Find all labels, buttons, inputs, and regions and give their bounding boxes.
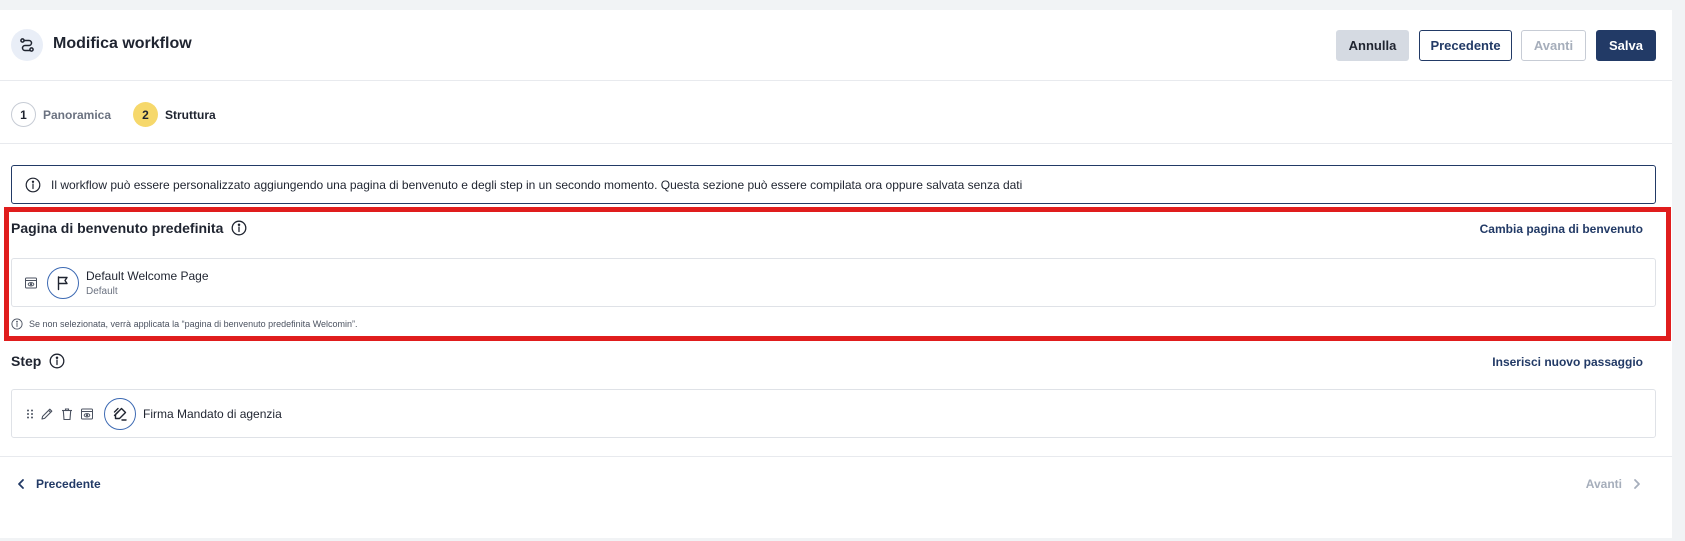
edit-icon[interactable]: [40, 407, 54, 421]
preview-icon[interactable]: [80, 407, 94, 421]
info-banner-text: Il workflow può essere personalizzato ag…: [51, 177, 1023, 192]
info-icon: [25, 177, 41, 192]
next-button[interactable]: Avanti: [1521, 30, 1586, 61]
footer-next-label: Avanti: [1585, 477, 1622, 491]
step-item[interactable]: Firma Mandato di agenzia: [11, 389, 1656, 438]
step-name: Firma Mandato di agenzia: [143, 407, 282, 421]
info-banner: Il workflow può essere personalizzato ag…: [11, 165, 1656, 204]
chevron-left-icon: [18, 479, 24, 489]
step-2-number[interactable]: 2: [133, 102, 158, 127]
scrollbar[interactable]: [1672, 0, 1685, 541]
step-1-label[interactable]: Panoramica: [43, 108, 111, 122]
signature-icon: [104, 398, 136, 430]
drag-handle-icon[interactable]: [23, 407, 37, 421]
info-icon[interactable]: [49, 353, 65, 369]
footer-next-button[interactable]: Avanti: [1586, 477, 1642, 491]
save-button[interactable]: Salva: [1596, 30, 1656, 61]
chevron-right-icon: [1634, 479, 1640, 489]
cancel-button[interactable]: Annulla: [1336, 30, 1409, 61]
steps-section-title: Step: [11, 353, 65, 369]
footer-previous-label: Precedente: [36, 477, 101, 491]
trash-icon[interactable]: [60, 407, 74, 421]
previous-button[interactable]: Precedente: [1419, 30, 1512, 61]
page-header: Modifica workflow Annulla Precedente Ava…: [0, 10, 1672, 81]
footer-previous-button[interactable]: Precedente: [16, 477, 101, 491]
steps-section-title-text: Step: [11, 353, 42, 369]
insert-step-link[interactable]: Inserisci nuovo passaggio: [1492, 355, 1643, 369]
workflow-editor-card: Modifica workflow Annulla Precedente Ava…: [0, 10, 1672, 538]
step-1-number[interactable]: 1: [11, 102, 36, 127]
page-title: Modifica workflow: [53, 35, 192, 52]
workflow-icon: [11, 29, 43, 61]
stepper: 1 Panoramica 2 Struttura: [0, 82, 1672, 144]
step-2-label[interactable]: Struttura: [165, 108, 216, 122]
welcome-section-highlight: [4, 207, 1671, 341]
page-footer: Precedente Avanti: [0, 456, 1672, 511]
